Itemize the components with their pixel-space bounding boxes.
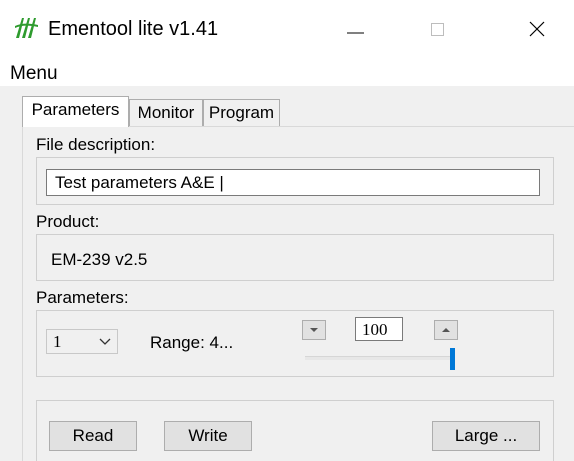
arrow-up-icon: [442, 328, 450, 332]
close-icon: [529, 21, 545, 37]
product-label: Product:: [36, 212, 100, 231]
parameters-label: Parameters:: [36, 288, 129, 307]
maximize-button[interactable]: [412, 8, 462, 48]
title-bar: Ementool lite v1.41: [0, 0, 574, 56]
product-value: EM-239 v2.5: [51, 250, 148, 269]
parameter-index-select[interactable]: 1: [46, 329, 118, 354]
file-description-label: File description:: [36, 135, 156, 154]
write-button[interactable]: Write: [164, 421, 252, 451]
tab-program[interactable]: Program: [203, 99, 280, 126]
parameter-value: 100: [362, 320, 388, 339]
ementool-logo-icon: [15, 18, 38, 38]
increment-button[interactable]: [434, 320, 458, 340]
parameter-slider-thumb[interactable]: [450, 348, 455, 370]
minimize-button[interactable]: [330, 8, 380, 48]
tab-monitor[interactable]: Monitor: [129, 99, 203, 126]
file-description-input[interactable]: [46, 169, 540, 196]
parameter-index-value: 1: [53, 332, 62, 351]
tab-parameters[interactable]: Parameters: [22, 96, 129, 127]
close-button[interactable]: [504, 8, 554, 48]
minimize-icon: [347, 32, 364, 34]
decrement-button[interactable]: [302, 320, 326, 340]
range-text: Range: 4...: [150, 333, 234, 352]
large-button[interactable]: Large ...: [432, 421, 540, 451]
parameter-value-field[interactable]: 100: [355, 317, 403, 341]
read-button[interactable]: Read: [49, 421, 137, 451]
maximize-icon: [431, 23, 444, 36]
menu-item-menu[interactable]: Menu: [10, 63, 58, 85]
arrow-down-icon: [310, 328, 318, 332]
menu-bar: [0, 56, 574, 86]
chevron-down-icon: [99, 338, 111, 345]
window-title: Ementool lite v1.41: [48, 18, 219, 40]
parameter-slider-track[interactable]: [305, 356, 453, 360]
